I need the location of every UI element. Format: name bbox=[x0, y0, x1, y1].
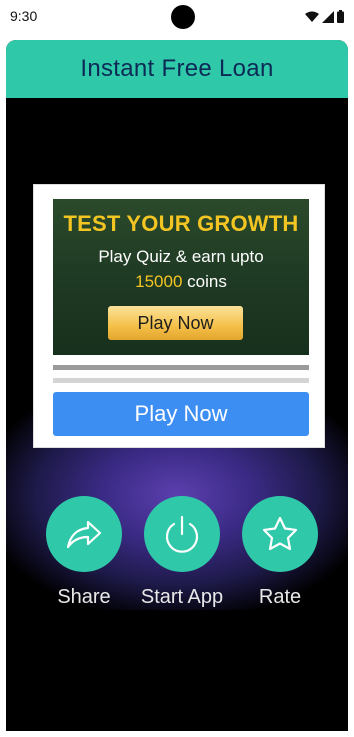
ad-banner[interactable]: TEST YOUR GROWTH Play Quiz & earn upto 1… bbox=[53, 199, 309, 355]
ad-placeholder-lines bbox=[53, 365, 309, 391]
ad-coins-line: 15000 coins bbox=[53, 272, 309, 292]
ad-headline: TEST YOUR GROWTH bbox=[63, 211, 299, 236]
star-icon bbox=[262, 516, 298, 551]
start-app-button[interactable] bbox=[144, 496, 220, 572]
ad-coins-value: 15000 bbox=[135, 272, 183, 291]
action-row: Share Start App Rate bbox=[6, 496, 348, 609]
ad-subtitle: Play Quiz & earn upto bbox=[98, 247, 264, 266]
status-bar: 9:30 bbox=[0, 0, 354, 36]
share-icon bbox=[66, 520, 102, 549]
app-header: Instant Free Loan bbox=[6, 40, 348, 98]
rate-label: Rate bbox=[258, 586, 302, 608]
camera-cutout bbox=[171, 5, 195, 29]
battery-icon bbox=[337, 10, 344, 23]
ad-card[interactable]: TEST YOUR GROWTH Play Quiz & earn upto 1… bbox=[33, 184, 325, 448]
share-action[interactable]: Share bbox=[34, 496, 134, 609]
start-app-action[interactable]: Start App bbox=[132, 496, 232, 609]
ad-coins-unit: coins bbox=[187, 272, 227, 291]
power-icon bbox=[165, 515, 199, 553]
ad-line bbox=[53, 378, 309, 383]
rate-action[interactable]: Rate bbox=[230, 496, 330, 609]
wifi-icon bbox=[305, 11, 319, 22]
ad-line bbox=[53, 365, 309, 370]
app-screen: Instant Free Loan TEST YOUR GROWTH Play … bbox=[6, 40, 348, 731]
share-button[interactable] bbox=[46, 496, 122, 572]
start-app-label: Start App bbox=[140, 586, 224, 608]
status-icons bbox=[305, 10, 344, 23]
rate-button[interactable] bbox=[242, 496, 318, 572]
share-label: Share bbox=[57, 586, 111, 608]
status-time: 9:30 bbox=[10, 8, 38, 24]
page-title: Instant Free Loan bbox=[80, 55, 274, 82]
play-now-button[interactable]: Play Now bbox=[53, 392, 309, 436]
ad-play-now-banner-button[interactable]: Play Now bbox=[108, 306, 243, 340]
signal-icon bbox=[322, 10, 334, 23]
